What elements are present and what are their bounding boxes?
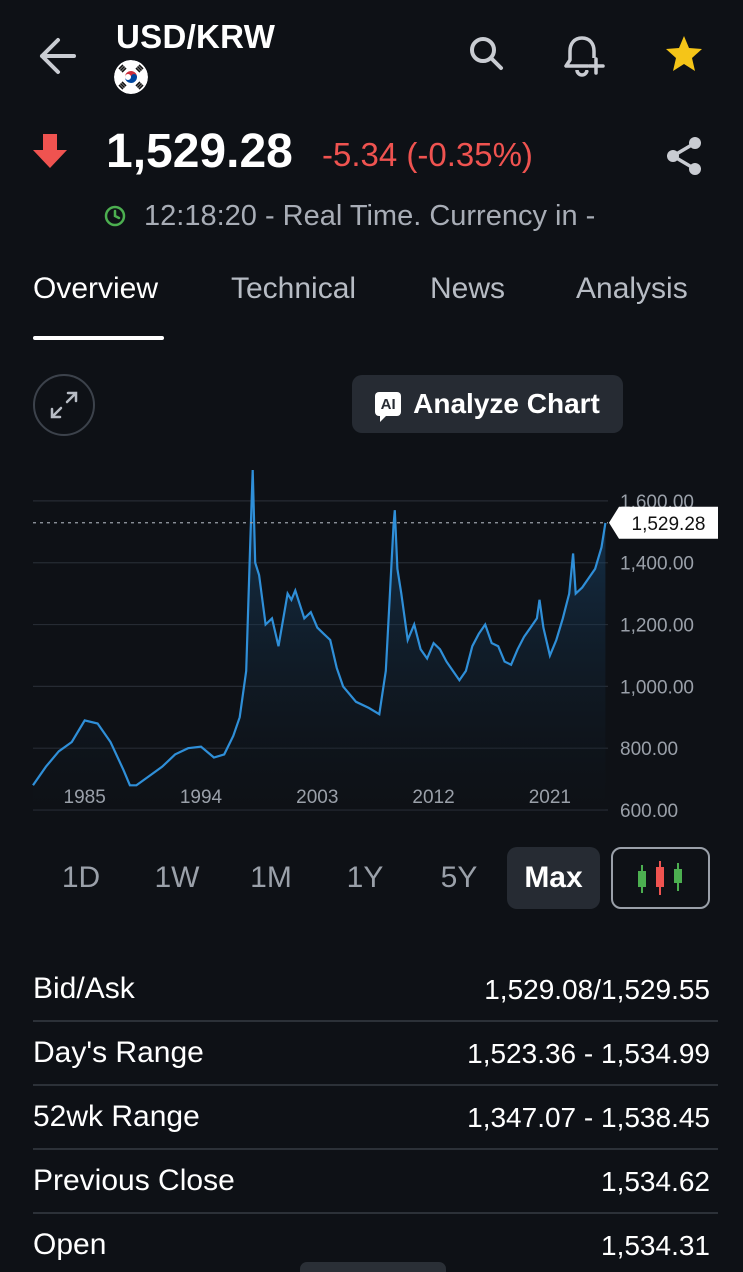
current-price-badge: 1,529.28	[609, 506, 718, 539]
y-tick-label: 1,200.00	[620, 616, 694, 637]
stat-row-previous-close: Previous Close 1,534.62	[33, 1150, 718, 1214]
current-price-label: 1,529.28	[632, 514, 706, 535]
price-change: -5.34 (-0.35%)	[322, 136, 533, 173]
tab-analysis[interactable]: Analysis	[576, 272, 688, 306]
current-price: 1,529.28	[106, 125, 293, 178]
quote-stats-table: Bid/Ask 1,529.08/1,529.55 Day's Range 1,…	[33, 958, 718, 1272]
range-1d[interactable]: 1D	[33, 847, 129, 909]
ai-icon: AI	[375, 392, 402, 422]
x-tick-label: 1994	[180, 787, 223, 808]
expand-icon	[50, 391, 78, 419]
expand-chart-button[interactable]	[33, 374, 95, 436]
stat-row-bid-ask: Bid/Ask 1,529.08/1,529.55	[33, 958, 718, 1022]
realtime-status: 12:18:20 - Real Time. Currency in -	[104, 196, 595, 236]
stat-label: Day's Range	[33, 1036, 204, 1069]
timestamp-text: 12:18:20 - Real Time. Currency in -	[144, 199, 596, 232]
active-tab-indicator	[33, 336, 164, 340]
range-max[interactable]: Max	[507, 847, 600, 909]
stat-value: 1,534.31	[601, 1230, 710, 1261]
price-chart[interactable]: 1,600.00 1,400.00 1,200.00 1,000.00 800.00 60…	[0, 469, 743, 822]
analyze-chart-label: Analyze Chart	[413, 388, 600, 419]
x-tick-label: 2003	[296, 787, 338, 808]
stat-label: Previous Close	[33, 1164, 235, 1197]
clock-icon	[104, 205, 126, 227]
page-title: USD/KRW	[116, 18, 276, 55]
stat-label: Open	[33, 1228, 107, 1261]
range-1w[interactable]: 1W	[129, 847, 225, 909]
x-tick-label: 2012	[412, 787, 454, 808]
home-indicator[interactable]	[300, 1262, 446, 1272]
app-header: USD/KRW	[0, 0, 743, 110]
stat-label: 52wk Range	[33, 1100, 200, 1133]
tab-news[interactable]: News	[430, 272, 505, 306]
range-5y[interactable]: 5Y	[411, 847, 507, 909]
star-icon[interactable]	[662, 32, 706, 76]
stat-value: 1,523.36 - 1,534.99	[467, 1038, 710, 1069]
analyze-chart-button[interactable]: AI Analyze Chart	[352, 375, 623, 433]
x-tick-label: 1985	[64, 787, 106, 808]
stat-value: 1,347.07 - 1,538.45	[467, 1102, 710, 1133]
stat-value: 1,529.08/1,529.55	[484, 974, 710, 1005]
y-tick-label: 1,400.00	[620, 554, 694, 575]
south-korea-flag-icon	[114, 60, 148, 94]
arrow-down-icon	[32, 132, 68, 170]
tab-overview[interactable]: Overview	[33, 272, 158, 306]
range-1y[interactable]: 1Y	[317, 847, 413, 909]
stat-row-days-range: Day's Range 1,523.36 - 1,534.99	[33, 1022, 718, 1086]
search-icon[interactable]	[464, 32, 508, 76]
bell-plus-icon[interactable]	[560, 32, 605, 77]
x-tick-label: 2021	[529, 787, 571, 808]
y-tick-label: 1,000.00	[620, 677, 694, 698]
y-tick-label: 600.00	[620, 801, 678, 820]
range-1m[interactable]: 1M	[223, 847, 319, 909]
time-range-selector: 1D 1W 1M 1Y 5Y Max	[33, 847, 713, 911]
candlestick-chart-icon	[638, 861, 682, 895]
tab-bar: Overview Technical News Analysis	[0, 262, 743, 342]
chart-type-button[interactable]	[611, 847, 710, 909]
stat-row-52wk-range: 52wk Range 1,347.07 - 1,538.45	[33, 1086, 718, 1150]
tab-technical[interactable]: Technical	[231, 272, 356, 306]
stat-label: Bid/Ask	[33, 972, 135, 1005]
quote-row: 1,529.28 -5.34 (-0.35%)	[0, 118, 743, 188]
arrow-left-icon[interactable]	[36, 36, 80, 76]
stat-value: 1,534.62	[601, 1166, 710, 1197]
share-icon[interactable]	[662, 134, 706, 178]
y-tick-label: 800.00	[620, 739, 678, 760]
